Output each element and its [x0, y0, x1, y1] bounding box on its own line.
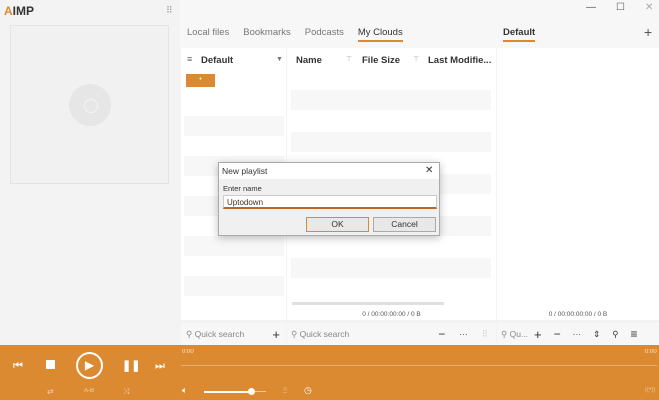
minimize-button[interactable]: —	[586, 2, 596, 13]
search-button[interactable]: ⚲	[612, 329, 618, 340]
playlist-selector[interactable]: Default	[201, 55, 233, 66]
sort-icon[interactable]: ⇕	[593, 329, 600, 340]
left-search-bar: ⚲ Quick search +	[181, 323, 286, 345]
quick-search-input-left[interactable]: Quick search	[195, 329, 245, 339]
search-icon: ⚲	[186, 328, 195, 339]
volume-icon[interactable]: 🔈︎	[182, 385, 187, 396]
window-controls: — ☐ ✕	[586, 2, 653, 13]
seek-bar[interactable]	[181, 365, 657, 366]
disc-icon	[69, 84, 111, 126]
playlist-tab-default[interactable]: Default	[503, 27, 536, 42]
remove-button[interactable]: −	[438, 327, 445, 341]
timer-icon[interactable]: ◷	[304, 385, 312, 396]
equalizer-icon[interactable]: ⫶⫶	[283, 386, 287, 396]
tab-bookmarks[interactable]: Bookmarks	[243, 27, 291, 42]
add-files-button[interactable]: +	[534, 327, 542, 342]
elapsed-time: 0:00	[182, 349, 194, 355]
next-button[interactable]: ⏭	[155, 360, 165, 373]
add-button[interactable]: +	[272, 327, 280, 342]
menu-button[interactable]: ≡	[631, 327, 638, 341]
maximize-button[interactable]: ☐	[616, 2, 625, 13]
play-button[interactable]: ▶	[76, 352, 103, 379]
tabs: Local files Bookmarks Podcasts My Clouds	[187, 27, 403, 42]
grid-icon[interactable]: ⠿	[482, 329, 488, 340]
quick-search-input-middle[interactable]: Quick search	[300, 329, 350, 339]
playlist-panel: 0 / 00:00:00:00 / 0 B	[497, 48, 659, 320]
close-button[interactable]: ✕	[645, 2, 653, 13]
more-button[interactable]: ···	[573, 329, 582, 339]
search-icon: ⚲	[291, 328, 300, 339]
column-name[interactable]: Name	[296, 55, 322, 66]
volume-slider[interactable]	[204, 388, 266, 395]
column-file-size[interactable]: File Size	[362, 55, 400, 66]
column-last-modified[interactable]: Last Modifie...	[428, 55, 491, 66]
more-button[interactable]: ···	[459, 329, 468, 339]
new-playlist-dialog: New playlist ✕ Enter name Uptodown OK Ca…	[218, 162, 440, 236]
album-cover	[10, 25, 169, 184]
remaining-time: 0:00	[645, 349, 657, 355]
name-label: Enter name	[223, 184, 262, 193]
shuffle-icon[interactable]: ⤨	[123, 387, 129, 397]
broadcast-icon[interactable]: ((•))	[645, 387, 655, 393]
remove-files-button[interactable]: −	[554, 327, 561, 341]
tab-my-clouds[interactable]: My Clouds	[357, 27, 403, 42]
volume-knob[interactable]	[247, 388, 255, 395]
name-input[interactable]: Uptodown	[223, 195, 437, 209]
quick-search-input-right[interactable]: Qu...	[510, 329, 528, 339]
menu-icon[interactable]: ≡	[187, 54, 192, 64]
files-search-bar: ⚲ Quick search − ··· ⠿	[287, 323, 496, 345]
ab-repeat-button[interactable]: A-B	[84, 388, 94, 394]
previous-button[interactable]: ⏮	[13, 360, 23, 373]
player-bar: ⏮ ▶ ❚❚ ⏭ ⇄ A-B ⤨ 0:00 0:00 🔈︎ ⫶⫶ ◷ ((•))	[0, 345, 659, 400]
tab-podcasts[interactable]: Podcasts	[305, 27, 344, 42]
aimp-logo: AIMP	[4, 4, 35, 18]
ok-button[interactable]: OK	[306, 217, 369, 232]
pause-button[interactable]: ❚❚	[122, 359, 140, 372]
add-cloud-button[interactable]: •	[186, 74, 215, 87]
dialog-title: New playlist	[222, 166, 268, 176]
add-playlist-button[interactable]: +	[644, 24, 652, 40]
files-status: 0 / 00:00:00:00 / 0 B	[362, 311, 421, 318]
repeat-icon[interactable]: ⇄	[47, 387, 54, 396]
stop-button[interactable]	[46, 360, 55, 369]
cancel-button[interactable]: Cancel	[373, 217, 436, 232]
playlist-status: 0 / 00:00:00:00 / 0 B	[548, 311, 608, 318]
grip-icon[interactable]: ⠿	[166, 5, 173, 16]
left-panel: AIMP ⠿	[0, 0, 180, 345]
horizontal-scrollbar[interactable]	[292, 302, 444, 305]
dialog-close-button[interactable]: ✕	[425, 165, 433, 176]
playlist-toolbar: ⚲ Qu... + − ··· ⇕ ⚲ ≡	[497, 323, 659, 345]
chevron-down-icon[interactable]: ▼	[276, 56, 283, 63]
search-icon: ⚲	[501, 328, 510, 339]
tab-local-files[interactable]: Local files	[187, 27, 229, 42]
